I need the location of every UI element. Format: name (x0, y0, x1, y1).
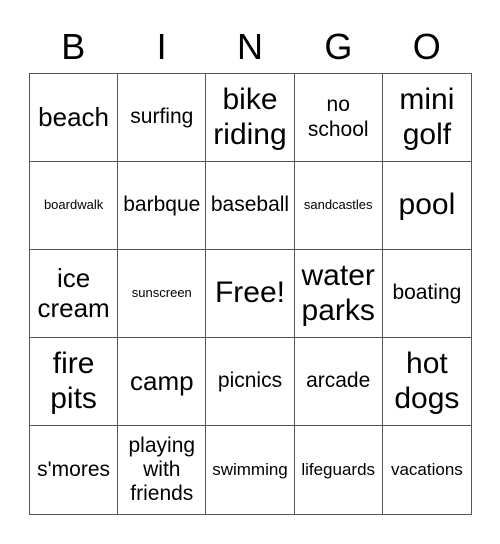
bingo-cell-label: bike riding (213, 83, 287, 151)
bingo-cell[interactable]: s'mores (30, 426, 119, 514)
bingo-cell[interactable]: bike riding (206, 74, 295, 162)
bingo-cell-label: swimming (212, 460, 288, 480)
bingo-cell[interactable]: barbque (118, 162, 207, 250)
bingo-cell-label: pool (398, 188, 456, 222)
bingo-cell[interactable]: boating (382, 250, 471, 338)
bingo-cell[interactable]: mini golf (382, 74, 471, 162)
bingo-cell-label: Free! (214, 276, 285, 310)
header-letter-n: N (236, 26, 263, 67)
bingo-cell[interactable]: ice cream (30, 250, 119, 338)
bingo-cell[interactable]: surfing (118, 74, 207, 162)
bingo-cell[interactable]: vacations (383, 426, 471, 514)
bingo-cell-label: picnics (217, 369, 283, 393)
bingo-cell[interactable]: boardwalk (30, 162, 119, 250)
bingo-cell[interactable]: baseball (206, 162, 295, 250)
bingo-cell[interactable]: water parks (294, 250, 383, 338)
bingo-cell-label: ice cream (37, 262, 110, 323)
bingo-cell[interactable]: fire pits (30, 338, 119, 426)
bingo-cell[interactable]: picnics (206, 338, 295, 426)
bingo-cell[interactable]: lifeguards (295, 426, 383, 514)
bingo-cell-label: fire pits (50, 347, 97, 415)
bingo-cell[interactable]: no school (294, 74, 383, 162)
bingo-cell-label: sandcastles (303, 197, 373, 213)
bingo-cell-label: lifeguards (301, 460, 376, 480)
bingo-cell-label: mini golf (399, 83, 455, 151)
bingo-cell[interactable]: arcade (294, 338, 383, 426)
bingo-grid: beach surfing bike riding no school mini gol… (29, 73, 472, 515)
bingo-cell-label: beach (38, 101, 110, 132)
bingo-cell-label: boardwalk (43, 197, 104, 213)
bingo-cell-label: baseball (210, 193, 290, 217)
bingo-cell[interactable]: playing with friends (118, 426, 207, 514)
bingo-cell-label: vacations (390, 460, 463, 480)
header-letter-o: O (412, 26, 441, 67)
bingo-cell[interactable]: pool (382, 162, 471, 250)
header-letter-b: B (61, 26, 86, 67)
bingo-cell-label: boating (392, 281, 462, 305)
bingo-cell-label: barbque (123, 193, 201, 217)
bingo-cell-label: hot dogs (394, 347, 460, 415)
bingo-header: B I N G O (29, 24, 471, 70)
bingo-cell[interactable]: sunscreen (118, 250, 207, 338)
bingo-cell-label: camp (130, 365, 194, 396)
bingo-cell-label: sunscreen (131, 285, 192, 301)
bingo-cell[interactable]: sandcastles (294, 162, 383, 250)
bingo-cell-label: playing with friends (128, 433, 196, 506)
bingo-cell-label: water parks (301, 259, 375, 327)
bingo-cell[interactable]: hot dogs (382, 338, 471, 426)
header-letter-i: I (156, 26, 167, 67)
bingo-cell[interactable]: swimming (206, 426, 295, 514)
bingo-cell-label: no school (307, 93, 369, 141)
bingo-cell[interactable]: beach (30, 74, 119, 162)
bingo-cell-label: s'mores (37, 457, 111, 481)
bingo-cell-label: surfing (130, 105, 194, 129)
header-letter-g: G (324, 26, 353, 67)
bingo-cell-label: arcade (306, 369, 371, 393)
bingo-cell[interactable]: camp (118, 338, 207, 426)
bingo-free-space[interactable]: Free! (206, 250, 295, 338)
